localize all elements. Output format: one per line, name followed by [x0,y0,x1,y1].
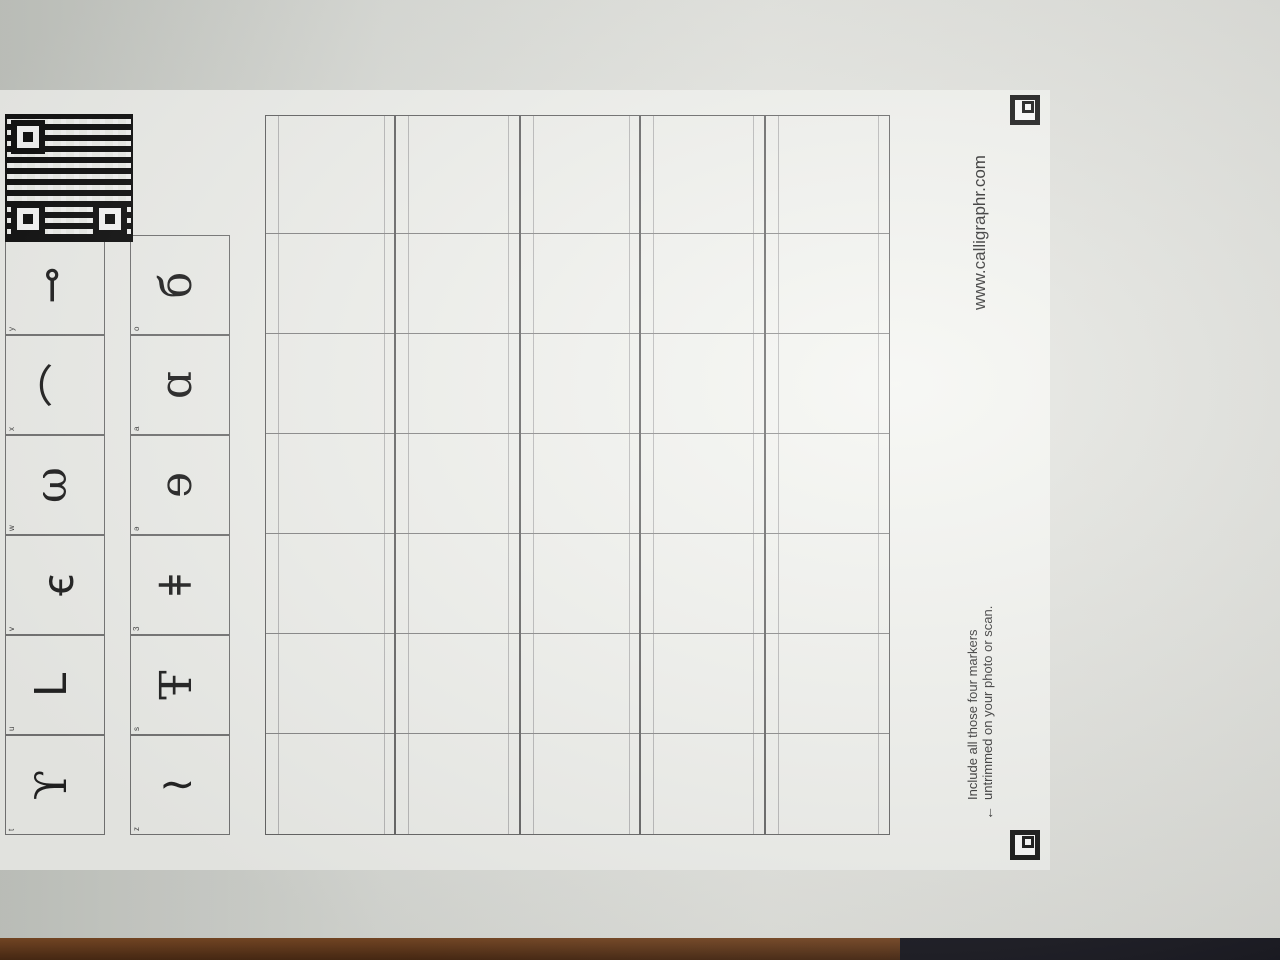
cell: x ⌒ [5,335,105,435]
cell: vꞓ [5,535,105,635]
cell: oб [130,235,230,335]
calligraphr-sheet: calligraphr tϒ uᒪ vꞓ wω x⌒ y⊸ z≀ sŦ 3ǂ ə… [0,90,1050,870]
blank-row [520,115,640,835]
website-url: www.calligraphr.com [970,155,989,310]
marker-bottom-right [1010,95,1040,125]
cell: 3ǂ [130,535,230,635]
cell: aɑ [130,335,230,435]
qr-code [5,114,133,242]
handwritten-glyph: ⌒ [37,363,88,407]
marker-bottom-left [1010,830,1040,860]
handwritten-glyph: ⊸ [26,266,77,304]
note-line: Include all those four markers [965,629,980,800]
cell: uᒪ [5,635,105,735]
handwritten-glyph: ᒪ [26,672,77,698]
qr-finder [11,120,45,154]
row-2: z ≀ sŦ 3ǂ əɘ aɑ oб [130,115,230,835]
cell: wω [5,435,105,535]
qr-finder [93,202,127,236]
arrow-icon: ← [980,806,996,820]
handwritten-glyph: ≀ [151,776,202,794]
cell: tϒ [5,735,105,835]
dark-object [900,938,1280,960]
handwritten-glyph: ǂ [151,574,202,596]
blank-row [265,115,395,835]
qr-finder [11,202,45,236]
handwritten-glyph: ϒ [26,769,77,801]
handwritten-glyph: б [151,271,202,299]
cell: z ≀ [130,735,230,835]
handwritten-glyph: ɑ [151,370,202,400]
blank-row [765,115,890,835]
paper: calligraphr tϒ uᒪ vꞓ wω x⌒ y⊸ z≀ sŦ 3ǂ ə… [0,90,1050,870]
handwritten-glyph: ω [26,467,77,503]
instruction-note: Include all those four markers untrimmed… [965,606,995,800]
cell: sŦ [130,635,230,735]
handwritten-glyph: ꞓ [33,574,84,596]
note-line: untrimmed on your photo or scan. [980,605,995,800]
blank-row [395,115,520,835]
handwritten-glyph: ɘ [151,471,202,499]
blank-row [640,115,765,835]
cell: y ⊸ [5,235,105,335]
handwritten-glyph: Ŧ [151,670,202,700]
cell: əɘ [130,435,230,535]
